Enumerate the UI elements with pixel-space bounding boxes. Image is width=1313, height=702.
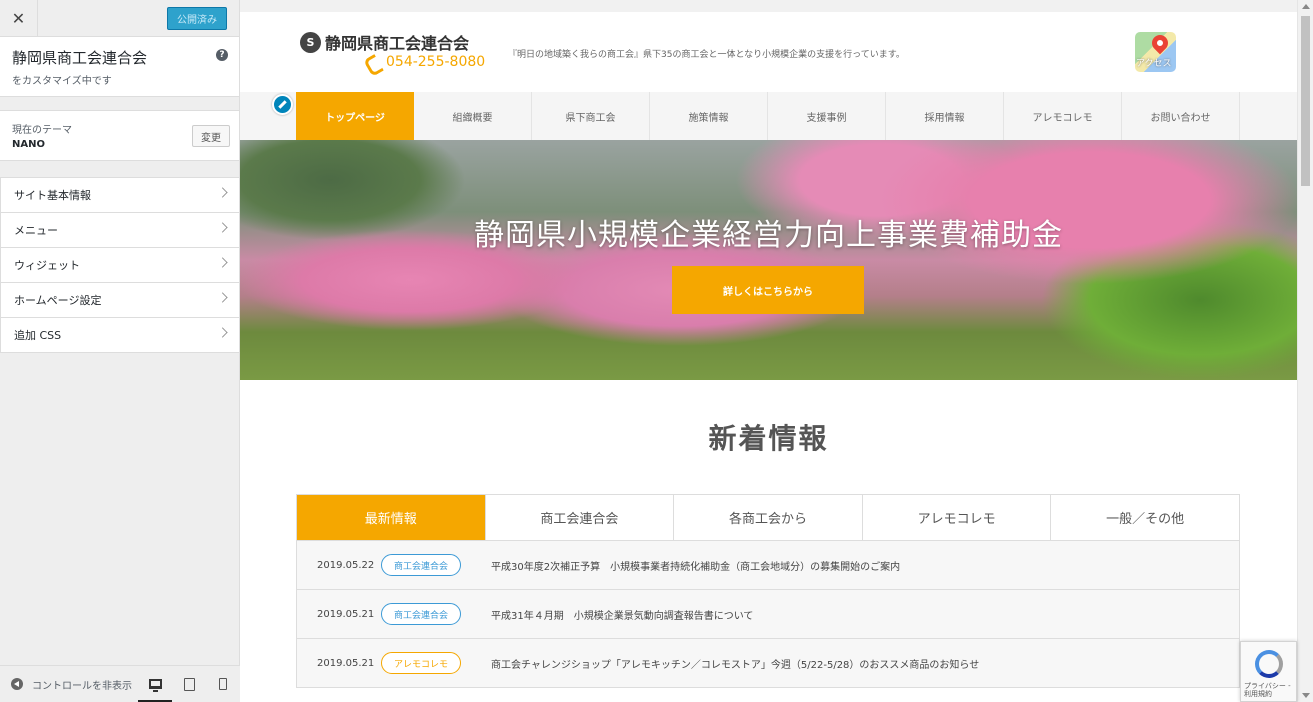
section-label: サイト基本情報	[14, 189, 91, 202]
main-navigation: トップページ 組織概要 県下商工会 施策情報 支援事例 採用情報 アレモコレモ …	[240, 92, 1297, 140]
category-badge[interactable]: アレモコレモ	[381, 652, 461, 674]
chevron-right-icon	[217, 292, 228, 303]
map-pin-icon	[1148, 32, 1172, 55]
tablet-icon	[183, 677, 195, 691]
section-label: メニュー	[14, 224, 58, 237]
site-title: 静岡県商工会連合会	[12, 49, 148, 67]
hide-controls-button[interactable]: コントロールを非表示	[0, 677, 138, 692]
tab-federation[interactable]: 商工会連合会	[485, 495, 675, 540]
site-logo[interactable]: S 静岡県商工会連合会	[300, 30, 469, 54]
news-item[interactable]: 2019.05.21 アレモコレモ 商工会チャレンジショップ「アレモキッチン／コ…	[297, 639, 1239, 688]
category-badge[interactable]: 商工会連合会	[381, 603, 461, 625]
site-preview: S 静岡県商工会連合会 054-255-8080 『明日の地域築く我らの商工会』…	[240, 12, 1297, 702]
hero-details-button[interactable]: 詳しくはこちらから	[672, 266, 864, 314]
collapse-arrow-icon	[11, 678, 23, 690]
section-label: 追加 CSS	[14, 329, 62, 342]
news-title-link[interactable]: 平成30年度2次補正予算 小規模事業者持続化補助金（商工会地域分）の募集開始のご…	[491, 558, 900, 573]
tab-general-other[interactable]: 一般／その他	[1051, 495, 1239, 540]
site-tagline: 『明日の地域築く我らの商工会』県下35の商工会と一体となり小規模企業の支援を行っ…	[508, 50, 905, 60]
scroll-down-arrow-icon[interactable]	[1302, 693, 1310, 698]
current-theme-panel: 現在のテーマ NANO 変更	[0, 110, 239, 161]
nav-aremo-koremo[interactable]: アレモコレモ	[1004, 92, 1122, 140]
news-item[interactable]: 2019.05.22 商工会連合会 平成30年度2次補正予算 小規模事業者持続化…	[297, 541, 1239, 590]
section-label: ホームページ設定	[14, 294, 102, 307]
section-label: ウィジェット	[14, 259, 80, 272]
scrollbar-thumb[interactable]	[1301, 16, 1310, 186]
news-date: 2019.05.21	[317, 608, 375, 620]
section-site-identity[interactable]: サイト基本情報	[0, 178, 239, 213]
section-widgets[interactable]: ウィジェット	[0, 248, 239, 283]
category-badge[interactable]: 商工会連合会	[381, 554, 461, 576]
news-section-title: 新着情報	[708, 422, 829, 455]
hide-controls-label: コントロールを非表示	[32, 680, 132, 692]
section-homepage-settings[interactable]: ホームページ設定	[0, 283, 239, 318]
news-title-link[interactable]: 平成31年４月期 小規模企業景気動向調査報告書について	[491, 607, 753, 622]
mobile-icon	[219, 678, 227, 690]
customizer-sections: サイト基本情報 メニュー ウィジェット ホームページ設定 追加 CSS	[0, 177, 239, 353]
recaptcha-label[interactable]: プライバシー - 利用規約	[1244, 682, 1296, 698]
preview-mobile-button[interactable]	[206, 666, 240, 702]
tab-latest[interactable]: 最新情報	[297, 495, 486, 540]
site-header: S 静岡県商工会連合会 054-255-8080 『明日の地域築く我らの商工会』…	[240, 12, 1297, 92]
section-menus[interactable]: メニュー	[0, 213, 239, 248]
preview-desktop-button[interactable]	[138, 666, 172, 702]
customizing-subtitle: をカスタマイズ中です	[12, 76, 112, 87]
scroll-up-arrow-icon[interactable]	[1302, 4, 1310, 9]
close-icon: ✕	[11, 9, 26, 28]
edit-shortcut-pencil-icon[interactable]	[272, 94, 293, 115]
phone-number[interactable]: 054-255-8080	[366, 54, 485, 70]
publish-button[interactable]: 公開済み	[167, 7, 227, 30]
logo-gear-icon: S	[300, 31, 321, 53]
site-info-panel: 静岡県商工会連合会 をカスタマイズ中です ?	[0, 37, 239, 97]
preview-scrollbar[interactable]	[1297, 0, 1313, 702]
news-date: 2019.05.21	[317, 657, 375, 669]
nav-support-cases[interactable]: 支援事例	[768, 92, 886, 140]
nav-contact[interactable]: お問い合わせ	[1122, 92, 1240, 140]
hero-banner: 静岡県小規模企業経営力向上事業費補助金 詳しくはこちらから	[240, 140, 1297, 380]
news-tabs: 最新情報 商工会連合会 各商工会から アレモコレモ 一般／その他	[296, 494, 1240, 540]
news-date: 2019.05.22	[317, 559, 375, 571]
nav-policy-info[interactable]: 施策情報	[650, 92, 768, 140]
news-list: 2019.05.22 商工会連合会 平成30年度2次補正予算 小規模事業者持続化…	[296, 540, 1240, 688]
nav-recruitment[interactable]: 採用情報	[886, 92, 1004, 140]
change-theme-button[interactable]: 変更	[192, 125, 230, 147]
customizer-sidebar: ✕ 公開済み 静岡県商工会連合会 をカスタマイズ中です ? 現在のテーマ NAN…	[0, 0, 240, 702]
news-title-link[interactable]: 商工会チャレンジショップ「アレモキッチン／コレモストア」今週（5/22-5/28…	[491, 656, 979, 671]
section-additional-css[interactable]: 追加 CSS	[0, 318, 239, 353]
access-map-link[interactable]: アクセス	[1135, 32, 1176, 72]
chevron-right-icon	[217, 327, 228, 338]
news-item[interactable]: 2019.05.21 商工会連合会 平成31年４月期 小規模企業景気動向調査報告…	[297, 590, 1239, 639]
recaptcha-logo-icon	[1255, 650, 1283, 678]
map-label: アクセス	[1136, 59, 1172, 69]
chevron-right-icon	[217, 222, 228, 233]
tab-aremo-koremo[interactable]: アレモコレモ	[862, 495, 1052, 540]
nav-top-page[interactable]: トップページ	[296, 92, 414, 140]
customizer-header: ✕ 公開済み	[0, 0, 239, 37]
recaptcha-badge[interactable]: プライバシー - 利用規約	[1240, 641, 1297, 702]
close-customizer-button[interactable]: ✕	[0, 0, 38, 37]
phone-icon	[366, 56, 379, 69]
tab-local-associations[interactable]: 各商工会から	[674, 495, 863, 540]
nav-organization[interactable]: 組織概要	[414, 92, 532, 140]
nav-prefecture-associations[interactable]: 県下商工会	[532, 92, 650, 140]
preview-tablet-button[interactable]	[172, 666, 206, 702]
chevron-right-icon	[217, 187, 228, 198]
logo-text: 静岡県商工会連合会	[325, 34, 470, 53]
desktop-icon	[148, 679, 162, 692]
phone-text: 054-255-8080	[386, 54, 486, 70]
customizer-footer: コントロールを非表示	[0, 665, 240, 702]
hero-title: 静岡県小規模企業経営力向上事業費補助金	[474, 218, 1063, 253]
help-icon[interactable]: ?	[216, 49, 228, 61]
chevron-right-icon	[217, 257, 228, 268]
